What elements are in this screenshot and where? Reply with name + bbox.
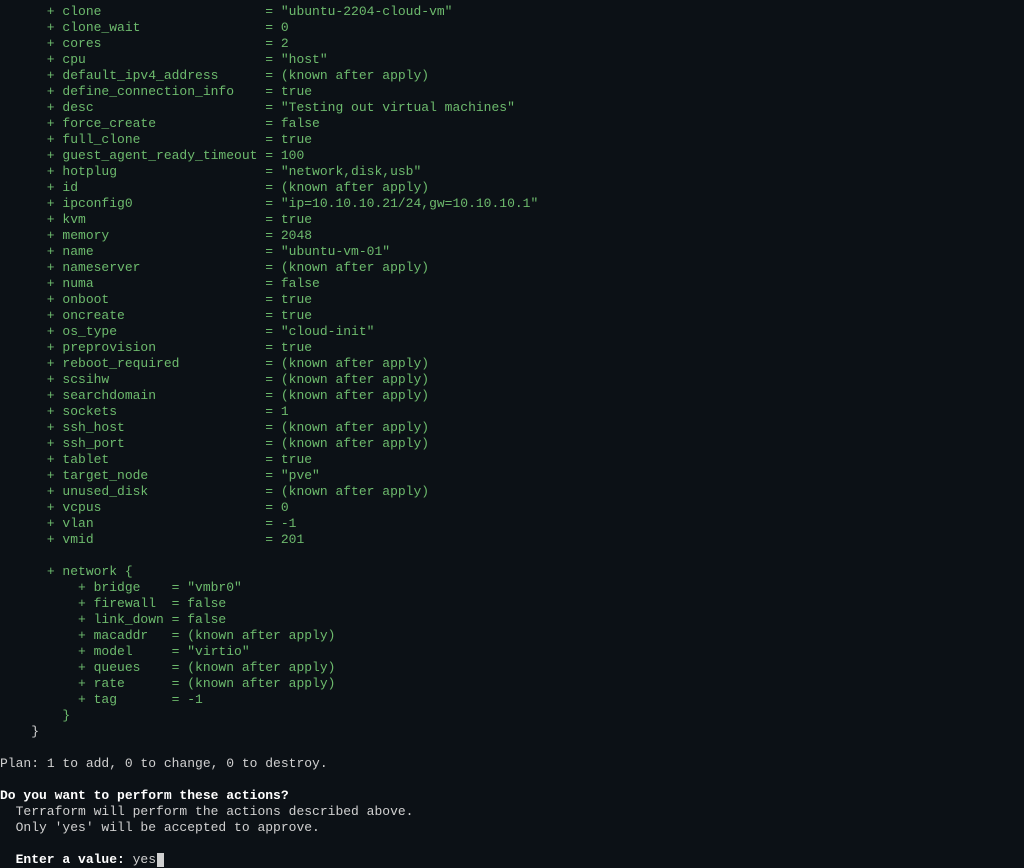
attribute-row: + ssh_port = (known after apply) (0, 436, 1024, 452)
attribute-row: + define_connection_info = true (0, 84, 1024, 100)
attribute-row: + scsihw = (known after apply) (0, 372, 1024, 388)
plan-line: Plan: 1 to add, 0 to change, 0 to destro… (0, 756, 1024, 772)
attribute-row: + cpu = "host" (0, 52, 1024, 68)
attribute-row: + target_node = "pve" (0, 468, 1024, 484)
attribute-row: + vmid = 201 (0, 532, 1024, 548)
confirm-line2: Only 'yes' will be accepted to approve. (0, 820, 1024, 836)
attribute-row: + full_clone = true (0, 132, 1024, 148)
resource-close: } (0, 724, 1024, 740)
blank-line (0, 772, 1024, 788)
network-attribute-row: + model = "virtio" (0, 644, 1024, 660)
network-attribute-row: + tag = -1 (0, 692, 1024, 708)
attribute-row: + default_ipv4_address = (known after ap… (0, 68, 1024, 84)
attribute-row: + guest_agent_ready_timeout = 100 (0, 148, 1024, 164)
input-value: yes (125, 852, 156, 867)
attribute-row: + name = "ubuntu-vm-01" (0, 244, 1024, 260)
network-attribute-row: + bridge = "vmbr0" (0, 580, 1024, 596)
attribute-row: + ssh_host = (known after apply) (0, 420, 1024, 436)
attribute-row: + force_create = false (0, 116, 1024, 132)
attribute-row: + vcpus = 0 (0, 500, 1024, 516)
attribute-row: + kvm = true (0, 212, 1024, 228)
attribute-row: + numa = false (0, 276, 1024, 292)
confirm-header: Do you want to perform these actions? (0, 788, 1024, 804)
network-attribute-row: + macaddr = (known after apply) (0, 628, 1024, 644)
attribute-row: + os_type = "cloud-init" (0, 324, 1024, 340)
attribute-row: + nameserver = (known after apply) (0, 260, 1024, 276)
prompt-line[interactable]: Enter a value: yes (0, 852, 1024, 868)
blank-line (0, 836, 1024, 852)
network-attribute-row: + link_down = false (0, 612, 1024, 628)
attribute-row: + id = (known after apply) (0, 180, 1024, 196)
attribute-row: + desc = "Testing out virtual machines" (0, 100, 1024, 116)
attribute-row: + tablet = true (0, 452, 1024, 468)
blank-line (0, 740, 1024, 756)
network-block-close: } (0, 708, 1024, 724)
attribute-row: + sockets = 1 (0, 404, 1024, 420)
cursor-icon (157, 853, 164, 867)
attribute-row: + onboot = true (0, 292, 1024, 308)
attribute-row: + vlan = -1 (0, 516, 1024, 532)
attribute-row: + memory = 2048 (0, 228, 1024, 244)
blank-line (0, 548, 1024, 564)
attribute-row: + clone = "ubuntu-2204-cloud-vm" (0, 4, 1024, 20)
terminal-output: + clone = "ubuntu-2204-cloud-vm" + clone… (0, 4, 1024, 868)
attribute-row: + unused_disk = (known after apply) (0, 484, 1024, 500)
attribute-row: + cores = 2 (0, 36, 1024, 52)
attribute-row: + hotplug = "network,disk,usb" (0, 164, 1024, 180)
attribute-row: + searchdomain = (known after apply) (0, 388, 1024, 404)
network-attribute-list: + bridge = "vmbr0" + firewall = false + … (0, 580, 1024, 708)
attribute-list: + clone = "ubuntu-2204-cloud-vm" + clone… (0, 4, 1024, 548)
network-attribute-row: + rate = (known after apply) (0, 676, 1024, 692)
attribute-row: + reboot_required = (known after apply) (0, 356, 1024, 372)
attribute-row: + ipconfig0 = "ip=10.10.10.21/24,gw=10.1… (0, 196, 1024, 212)
network-attribute-row: + queues = (known after apply) (0, 660, 1024, 676)
confirm-line1: Terraform will perform the actions descr… (0, 804, 1024, 820)
attribute-row: + clone_wait = 0 (0, 20, 1024, 36)
network-block-open: + network { (0, 564, 1024, 580)
attribute-row: + oncreate = true (0, 308, 1024, 324)
attribute-row: + preprovision = true (0, 340, 1024, 356)
network-attribute-row: + firewall = false (0, 596, 1024, 612)
